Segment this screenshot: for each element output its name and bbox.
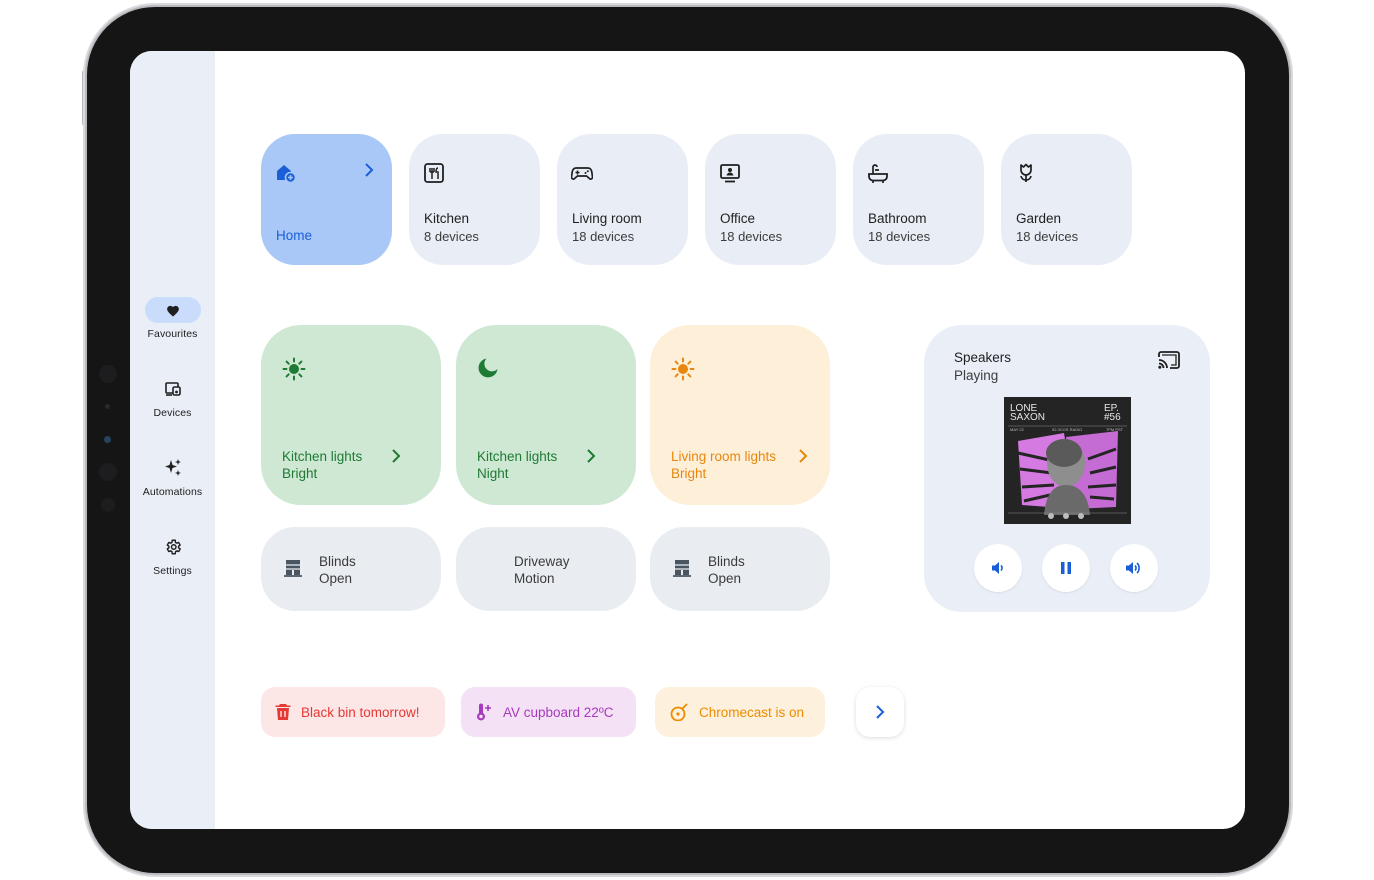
sun-icon [282, 357, 306, 381]
volume-up-button[interactable] [1110, 544, 1158, 592]
speaker-card[interactable]: Speakers Playing LONE SAXON EP. #56 MAY … [924, 325, 1210, 612]
room-name: Garden [1016, 211, 1062, 226]
scene-card-living-room-bright[interactable]: Living room lights Bright [650, 325, 830, 505]
chevron-right-icon[interactable] [586, 449, 596, 463]
nav-item-settings[interactable]: Settings [130, 534, 215, 577]
alert-text: Chromecast is on [699, 704, 805, 720]
moon-icon [478, 358, 498, 378]
volume-up-icon [1126, 562, 1140, 574]
scene-card-kitchen-bright[interactable]: Kitchen lights Bright [261, 325, 441, 505]
album-art: LONE SAXON EP. #56 MAY 22 92.3COS RADIO … [1004, 397, 1131, 524]
pause-button[interactable] [1042, 544, 1090, 592]
pause-icon [1061, 562, 1071, 574]
room-card-home[interactable]: Home [261, 134, 392, 265]
navigation-rail [130, 51, 215, 829]
room-name: Home [276, 228, 313, 243]
room-card-kitchen[interactable]: Kitchen 8 devices [409, 134, 540, 265]
tile-blinds-2[interactable]: Blinds Open [650, 527, 830, 611]
chevron-right-icon[interactable] [798, 449, 808, 463]
chevron-right-icon[interactable] [391, 449, 401, 463]
devices-icon [164, 382, 181, 396]
sparkle-icon [164, 459, 181, 476]
tile-state: Open [319, 571, 353, 586]
tile-name: Driveway [514, 554, 570, 569]
nav-label: Automations [142, 486, 203, 498]
scene-state: Night [477, 466, 509, 481]
alert-chip-av-cupboard[interactable]: AV cupboard 22ºC [461, 687, 636, 737]
kitchen-icon [424, 163, 444, 183]
room-card-garden[interactable]: Garden 18 devices [1001, 134, 1132, 265]
chevron-right-icon [876, 705, 885, 719]
room-device-count: 18 devices [720, 229, 783, 244]
room-card-living-room[interactable]: Living room 18 devices [557, 134, 688, 265]
gamepad-icon [571, 167, 593, 180]
nav-label: Settings [153, 565, 192, 577]
thermometer-plus-icon [477, 703, 491, 721]
bathtub-icon [868, 164, 888, 183]
cast-device-icon [670, 703, 688, 721]
volume-down-button[interactable] [974, 544, 1022, 592]
tile-name: Blinds [708, 554, 745, 569]
room-name: Office [720, 211, 756, 226]
album-time: 7PM PST [1106, 427, 1124, 432]
alert-chip-chromecast[interactable]: Chromecast is on [655, 687, 825, 737]
sun-icon [671, 357, 695, 381]
alert-chip-black-bin[interactable]: Black bin tomorrow! [261, 687, 445, 737]
room-name: Living room [572, 211, 642, 226]
album-station: 92.3COS RADIO [1052, 427, 1082, 432]
nav-label: Favourites [147, 328, 198, 340]
trash-icon [275, 704, 291, 720]
app-screen: Favourites Devices Automations Settings … [130, 51, 1245, 829]
tile-name: Blinds [319, 554, 356, 569]
tile-state: Open [708, 571, 742, 586]
room-device-count: 18 devices [1016, 229, 1079, 244]
scene-state: Bright [282, 466, 318, 481]
desk-icon [720, 164, 740, 183]
tile-state: Motion [514, 571, 555, 586]
gear-icon [166, 539, 181, 555]
scene-state: Bright [671, 466, 707, 481]
heart-icon [166, 305, 179, 317]
alert-text: Black bin tomorrow! [301, 704, 420, 720]
room-name: Bathroom [868, 211, 927, 226]
nav-item-favourites[interactable]: Favourites [130, 297, 215, 340]
room-card-bathroom[interactable]: Bathroom 18 devices [853, 134, 984, 265]
nav-item-automations[interactable]: Automations [130, 455, 215, 498]
room-device-count: 18 devices [572, 229, 635, 244]
room-card-office[interactable]: Office 18 devices [705, 134, 836, 265]
alert-text: AV cupboard 22ºC [503, 704, 614, 720]
volume-down-icon [992, 562, 1003, 574]
tile-driveway[interactable]: Driveway Motion [456, 527, 636, 611]
room-device-count: 18 devices [868, 229, 931, 244]
cast-icon[interactable] [1158, 351, 1180, 369]
scene-name: Kitchen lights [477, 449, 558, 464]
nav-label: Devices [153, 407, 192, 419]
scene-name: Living room lights [671, 449, 777, 464]
flower-icon [1020, 163, 1032, 182]
tile-blinds-1[interactable]: Blinds Open [261, 527, 441, 611]
home-icon [277, 165, 297, 184]
speaker-title: Speakers [954, 350, 1012, 365]
album-artist-line2: SAXON [1010, 412, 1045, 423]
nav-item-devices[interactable]: Devices [130, 376, 215, 419]
chevron-right-icon[interactable] [364, 163, 374, 177]
album-date: MAY 22 [1010, 427, 1025, 432]
more-alerts-button[interactable] [856, 687, 904, 737]
speaker-status: Playing [954, 368, 999, 383]
album-episode-line2: #56 [1104, 412, 1121, 423]
blinds-icon [673, 560, 691, 577]
room-name: Kitchen [424, 211, 470, 226]
scene-name: Kitchen lights [282, 449, 363, 464]
scene-card-kitchen-night[interactable]: Kitchen lights Night [456, 325, 636, 505]
blinds-icon [284, 560, 302, 577]
room-device-count: 8 devices [424, 229, 479, 244]
